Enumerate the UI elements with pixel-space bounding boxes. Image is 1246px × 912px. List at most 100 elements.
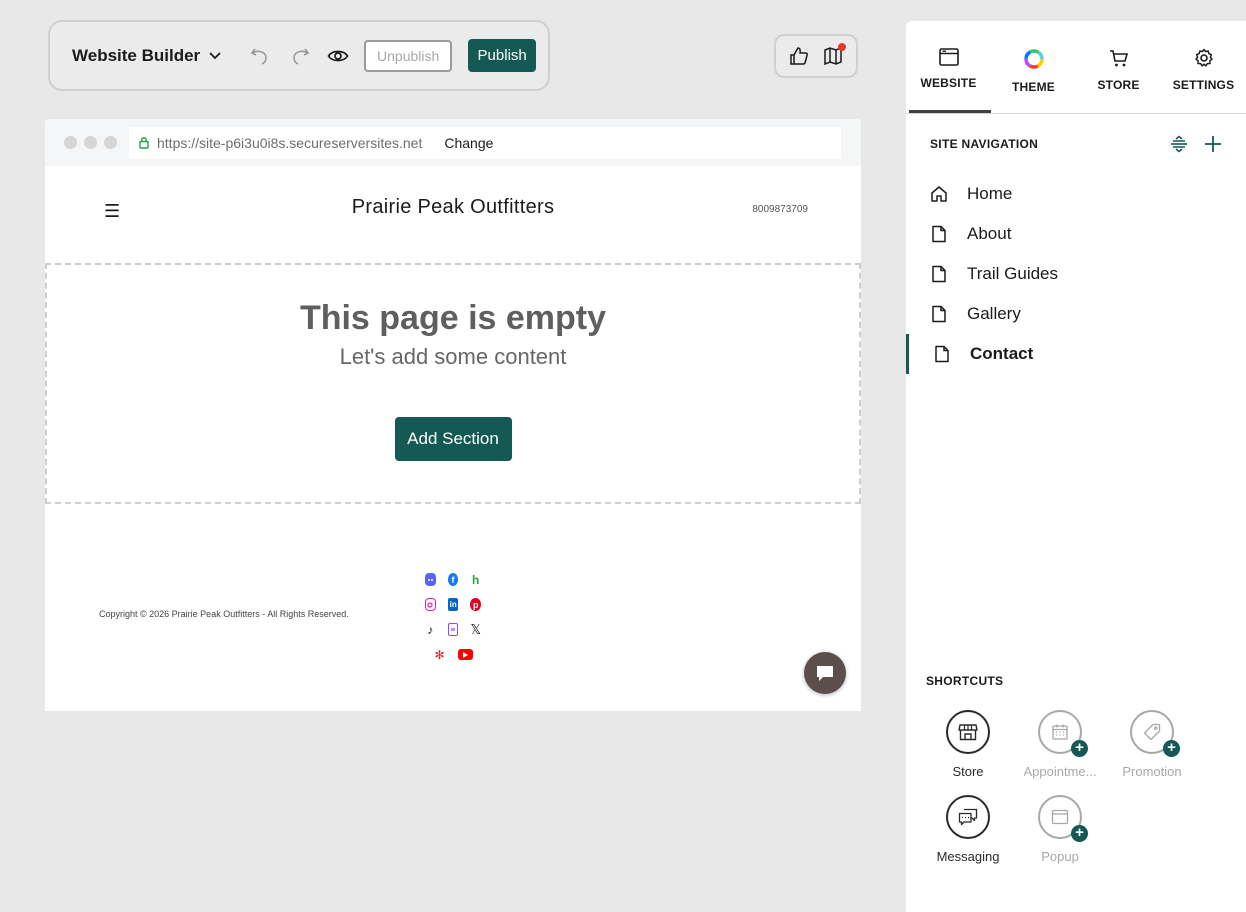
tab-label: WEBSITE: [920, 76, 977, 90]
shortcut-icon-wrap: +: [1038, 795, 1088, 842]
shortcut-label: Messaging: [936, 849, 1000, 864]
site-name[interactable]: Prairie Peak Outfitters: [45, 196, 861, 219]
linkedin-icon[interactable]: in: [447, 598, 459, 611]
tab-label: THEME: [1012, 80, 1055, 94]
window-dot: [64, 136, 77, 149]
nav-item-about[interactable]: About: [906, 214, 1246, 254]
chevron-down-icon: [209, 51, 221, 59]
shortcut-label: Store: [952, 764, 984, 779]
lock-icon: [139, 137, 149, 149]
url-bar: https://site-p6i3u0i8s.secureserversites…: [129, 126, 841, 159]
shortcut-icon-wrap: +: [1038, 710, 1088, 757]
x-twitter-icon[interactable]: 𝕏: [470, 622, 482, 637]
empty-page-title: This page is empty: [299, 299, 607, 337]
page-icon: [932, 305, 946, 323]
tab-website[interactable]: WEBSITE: [906, 21, 991, 113]
nav-item-label: Home: [967, 184, 1013, 203]
tag-icon: [1143, 723, 1161, 741]
tab-theme[interactable]: THEME: [991, 21, 1076, 113]
popup-window-icon: [1051, 809, 1069, 825]
site-map-icon[interactable]: [819, 42, 847, 70]
publish-button[interactable]: Publish: [468, 39, 537, 72]
nav-item-contact[interactable]: Contact: [906, 334, 1246, 374]
home-icon: [931, 186, 947, 202]
youtube-icon[interactable]: [458, 649, 473, 660]
instagram-icon[interactable]: [425, 598, 436, 611]
site-phone[interactable]: 8009873709: [752, 204, 808, 215]
tab-store[interactable]: STORE: [1076, 21, 1161, 113]
browser-window-icon: [938, 48, 959, 66]
shortcut-label: Promotion: [1122, 764, 1182, 779]
builder-title: Website Builder: [72, 45, 201, 65]
pinterest-icon[interactable]: p: [470, 598, 482, 611]
shortcut-messaging[interactable]: Messaging: [922, 795, 1014, 864]
storefront-icon: [958, 724, 978, 741]
color-wheel-icon: [1023, 49, 1044, 69]
site-preview: https://site-p6i3u0i8s.secureserversites…: [45, 119, 861, 711]
site-navigation-header: SITE NAVIGATION: [906, 114, 1246, 174]
thumbs-up-icon[interactable]: [785, 42, 813, 70]
nav-item-label: About: [967, 224, 1012, 243]
shortcuts-title: SHORTCUTS: [926, 674, 1004, 688]
panel-tabs: WEBSITE THEME STORE SETTINGS: [906, 21, 1246, 114]
shortcut-icon-wrap: [946, 795, 990, 839]
nav-item-label: Gallery: [967, 304, 1021, 323]
gear-icon: [1194, 48, 1213, 67]
editor-panel: WEBSITE THEME STORE SETTINGS SITE NAVIGA…: [906, 21, 1246, 912]
chat-icon: [958, 808, 978, 826]
shortcut-icon-wrap: +: [1130, 710, 1180, 757]
site-navigation-list: Home About Trail Guides Gallery Contact: [906, 174, 1246, 374]
window-dot: [84, 136, 97, 149]
page-icon: [932, 265, 946, 283]
shortcut-appointments[interactable]: + Appointme...: [1014, 710, 1106, 779]
add-page-icon[interactable]: [1204, 135, 1222, 153]
nav-item-gallery[interactable]: Gallery: [906, 294, 1246, 334]
tab-settings[interactable]: SETTINGS: [1161, 21, 1246, 113]
undo-icon[interactable]: [246, 42, 274, 70]
change-domain-link[interactable]: Change: [444, 135, 493, 151]
add-plus-icon: +: [1163, 740, 1180, 757]
calendar-icon: [1052, 724, 1068, 740]
add-plus-icon: +: [1071, 825, 1088, 842]
houzz-icon[interactable]: h: [470, 573, 482, 587]
secondary-toolbar: [774, 34, 858, 78]
reorder-icon[interactable]: [1170, 135, 1188, 153]
shortcut-store[interactable]: Store: [922, 710, 1014, 779]
add-plus-icon: +: [1071, 740, 1088, 757]
redo-icon[interactable]: [286, 42, 314, 70]
empty-page-section: This page is empty Let's add some conten…: [45, 263, 861, 504]
notification-dot: [838, 43, 846, 51]
facebook-icon[interactable]: f: [447, 573, 459, 586]
page-icon: [932, 225, 946, 243]
cart-icon: [1109, 50, 1128, 67]
shortcut-promotion[interactable]: + Promotion: [1106, 710, 1198, 779]
nav-item-label: Contact: [970, 344, 1034, 363]
shortcut-label: Popup: [1041, 849, 1079, 864]
nav-item-trail-guides[interactable]: Trail Guides: [906, 254, 1246, 294]
window-dot: [104, 136, 117, 149]
shortcut-popup[interactable]: + Popup: [1014, 795, 1106, 864]
add-section-button[interactable]: Add Section: [394, 417, 512, 461]
tiktok-icon[interactable]: ♪: [425, 623, 436, 637]
unpublish-button[interactable]: Unpublish: [364, 39, 453, 72]
social-links: f h in p ♪ 𝕏 ✻: [419, 567, 487, 667]
yelp-icon[interactable]: ✻: [433, 648, 446, 662]
twitch-icon[interactable]: [447, 623, 459, 636]
builder-toolbar: Website Builder Unpublish Publish: [48, 20, 550, 91]
tab-label: SETTINGS: [1172, 78, 1235, 92]
site-url: https://site-p6i3u0i8s.secureserversites…: [157, 134, 423, 151]
website-builder-menu[interactable]: Website Builder: [72, 46, 222, 66]
nav-item-home[interactable]: Home: [906, 174, 1246, 214]
shortcut-icon-wrap: [946, 710, 990, 754]
nav-item-label: Trail Guides: [967, 264, 1059, 283]
browser-chrome: https://site-p6i3u0i8s.secureserversites…: [45, 119, 861, 166]
site-header: ☰ Prairie Peak Outfitters 8009873709: [45, 166, 861, 263]
discord-icon[interactable]: [425, 573, 436, 586]
empty-page-subtitle: Let's add some content: [339, 344, 567, 369]
footer-copyright[interactable]: Copyright © 2026 Prairie Peak Outfitters…: [99, 609, 349, 619]
page-icon: [935, 345, 949, 363]
chat-widget-icon[interactable]: [804, 652, 846, 694]
tab-label: STORE: [1097, 78, 1140, 92]
shortcut-label: Appointme...: [1023, 764, 1097, 779]
preview-eye-icon[interactable]: [324, 42, 352, 70]
